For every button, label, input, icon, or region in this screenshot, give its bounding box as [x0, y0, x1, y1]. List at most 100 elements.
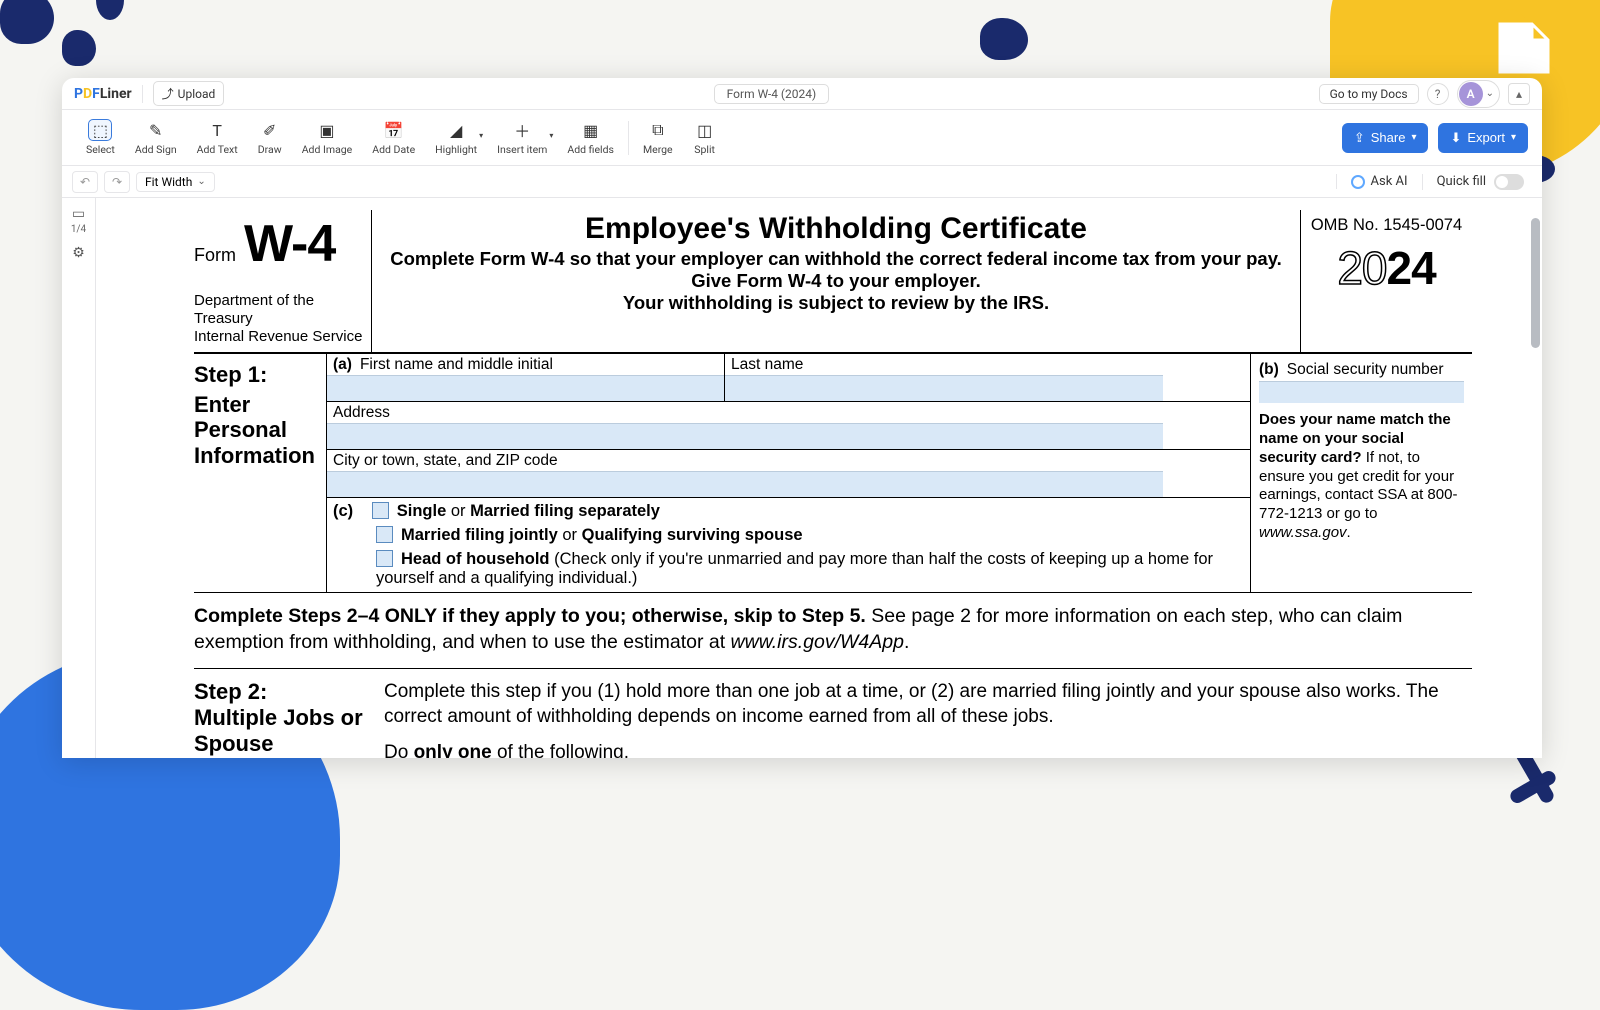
tool-split[interactable]: ◫Split — [683, 115, 727, 160]
upload-button[interactable]: ⤴ Upload — [153, 81, 225, 106]
first-name-label: (a)First name and middle initial — [327, 354, 724, 375]
redo-icon: ↷ — [112, 175, 122, 189]
toggle-icon — [1494, 174, 1524, 190]
first-name-field[interactable] — [327, 375, 724, 401]
step-label: Step 2: — [194, 679, 384, 705]
upload-icon: ⤴ — [162, 85, 174, 102]
decoration-blob — [96, 0, 124, 20]
chevron-down-icon: ▾ — [479, 131, 483, 140]
form-subtitle: Complete Form W-4 so that your employer … — [382, 248, 1290, 270]
step-subtitle: Enter Personal Information — [194, 392, 320, 468]
instruction-text: Complete Steps 2–4 ONLY if they apply to… — [194, 593, 1472, 669]
dept-line: Department of the TreasuryInternal Reven… — [194, 292, 369, 346]
plus-icon: ＋ — [510, 119, 534, 141]
checkbox-head-household[interactable] — [376, 550, 393, 567]
chevron-down-icon: ▾ — [1411, 132, 1416, 143]
undo-icon: ↶ — [80, 175, 90, 189]
checkbox-single[interactable] — [372, 502, 389, 519]
cursor-icon: ⬚ — [88, 119, 112, 141]
document-title[interactable]: Form W-4 (2024) — [714, 84, 830, 104]
topbar: PDFLiner ⤴ Upload Form W-4 (2024) Go to … — [62, 78, 1542, 110]
scrollbar-thumb[interactable] — [1531, 218, 1540, 348]
ssn-field[interactable] — [1259, 381, 1464, 403]
document-page: Form W-4 Department of the TreasuryInter… — [96, 198, 1542, 758]
last-name-field[interactable] — [725, 375, 1163, 401]
decoration-blob — [980, 18, 1028, 60]
filing-status-row: (c) Single or Married filing separately … — [327, 498, 1250, 592]
tool-add-date[interactable]: 📅Add Date — [362, 115, 425, 160]
document-canvas[interactable]: Form W-4 Department of the TreasuryInter… — [96, 198, 1542, 758]
ssn-label: (b)Social security number — [1259, 360, 1464, 381]
settings-button[interactable]: ⚙ — [72, 245, 85, 261]
tool-add-sign[interactable]: ✎Add Sign — [125, 115, 187, 160]
tool-select[interactable]: ⬚Select — [76, 115, 125, 160]
pencil-icon: ✐ — [258, 119, 282, 141]
account-menu[interactable]: A ⌄ — [1457, 80, 1500, 108]
last-name-label: Last name — [725, 354, 1163, 375]
form-code: W-4 — [244, 214, 335, 274]
fields-icon: ▦ — [579, 119, 603, 141]
city-field[interactable] — [327, 471, 1163, 497]
signature-icon: ✎ — [144, 119, 168, 141]
redo-button[interactable]: ↷ — [104, 171, 130, 193]
subbar: ↶ ↷ Fit Width⌄ Ask AI Quick fill — [62, 166, 1542, 198]
step2-body: Complete this step if you (1) hold more … — [384, 679, 1472, 758]
brand-mark-icon — [1492, 16, 1556, 80]
tool-highlight[interactable]: ◢▾Highlight — [425, 115, 487, 160]
ssn-help-text: Does your name match the name on your so… — [1259, 411, 1464, 542]
checkbox-married-jointly[interactable] — [376, 526, 393, 543]
highlighter-icon: ◢ — [444, 119, 468, 141]
tool-add-text[interactable]: TAdd Text — [187, 115, 248, 160]
chevron-down-icon: ▾ — [1511, 132, 1516, 143]
calendar-icon: 📅 — [382, 119, 406, 141]
tool-insert-item[interactable]: ＋▾Insert item — [487, 115, 557, 160]
go-to-docs-button[interactable]: Go to my Docs — [1319, 84, 1419, 104]
city-label: City or town, state, and ZIP code — [327, 450, 1163, 471]
help-button[interactable]: ? — [1427, 83, 1449, 105]
decoration-blob — [0, 0, 54, 44]
step-label: Step 1: — [194, 362, 320, 388]
page-thumbnails-button[interactable]: ▭ 1/4 — [71, 206, 86, 235]
chevron-down-icon: ⌄ — [1486, 88, 1494, 99]
image-icon: ▣ — [315, 119, 339, 141]
tool-draw[interactable]: ✐Draw — [248, 115, 292, 160]
zoom-select[interactable]: Fit Width⌄ — [136, 172, 215, 192]
chevron-down-icon: ⌄ — [197, 176, 205, 187]
decoration-blob — [62, 30, 96, 66]
address-label: Address — [327, 402, 1163, 423]
avatar: A — [1459, 82, 1483, 106]
split-icon: ◫ — [693, 119, 717, 141]
toolbar: ⬚Select ✎Add Sign TAdd Text ✐Draw ▣Add I… — [62, 110, 1542, 166]
tool-add-image[interactable]: ▣Add Image — [292, 115, 363, 160]
form-year: 2024 — [1305, 241, 1468, 295]
share-icon: ⇪ — [1354, 130, 1365, 146]
page-indicator: 1/4 — [71, 224, 86, 235]
collapse-button[interactable]: ▴ — [1508, 83, 1530, 105]
page-icon: ▭ — [72, 206, 85, 222]
share-button[interactable]: ⇪Share▾ — [1342, 123, 1429, 153]
scrollbar[interactable] — [1530, 198, 1540, 758]
download-icon: ⬇ — [1450, 130, 1461, 146]
logo: PDFLiner — [74, 86, 132, 102]
left-rail: ▭ 1/4 ⚙ — [62, 198, 96, 758]
merge-icon: ⧉ — [646, 119, 670, 141]
chevron-down-icon: ▾ — [549, 131, 553, 140]
export-button[interactable]: ⬇Export▾ — [1438, 123, 1528, 153]
address-field[interactable] — [327, 423, 1163, 449]
omb-number: OMB No. 1545-0074 — [1305, 216, 1468, 235]
quick-fill-toggle[interactable]: Quick fill — [1422, 174, 1532, 190]
tool-merge[interactable]: ⧉Merge — [633, 115, 683, 160]
form-label: Form — [194, 245, 236, 266]
text-icon: T — [205, 119, 229, 141]
app-window: PDFLiner ⤴ Upload Form W-4 (2024) Go to … — [62, 78, 1542, 758]
ai-icon — [1351, 175, 1365, 189]
form-subtitle: Give Form W-4 to your employer. — [382, 270, 1290, 292]
gear-icon: ⚙ — [72, 245, 85, 261]
form-subtitle: Your withholding is subject to review by… — [382, 292, 1290, 314]
ask-ai-button[interactable]: Ask AI — [1336, 174, 1408, 189]
undo-button[interactable]: ↶ — [72, 171, 98, 193]
form-title: Employee's Withholding Certificate — [382, 212, 1290, 246]
step-subtitle: Multiple Jobs or Spouse — [194, 705, 384, 758]
workspace: ▭ 1/4 ⚙ Form W-4 Department of the Treas… — [62, 198, 1542, 758]
tool-add-fields[interactable]: ▦Add fields — [557, 115, 624, 160]
